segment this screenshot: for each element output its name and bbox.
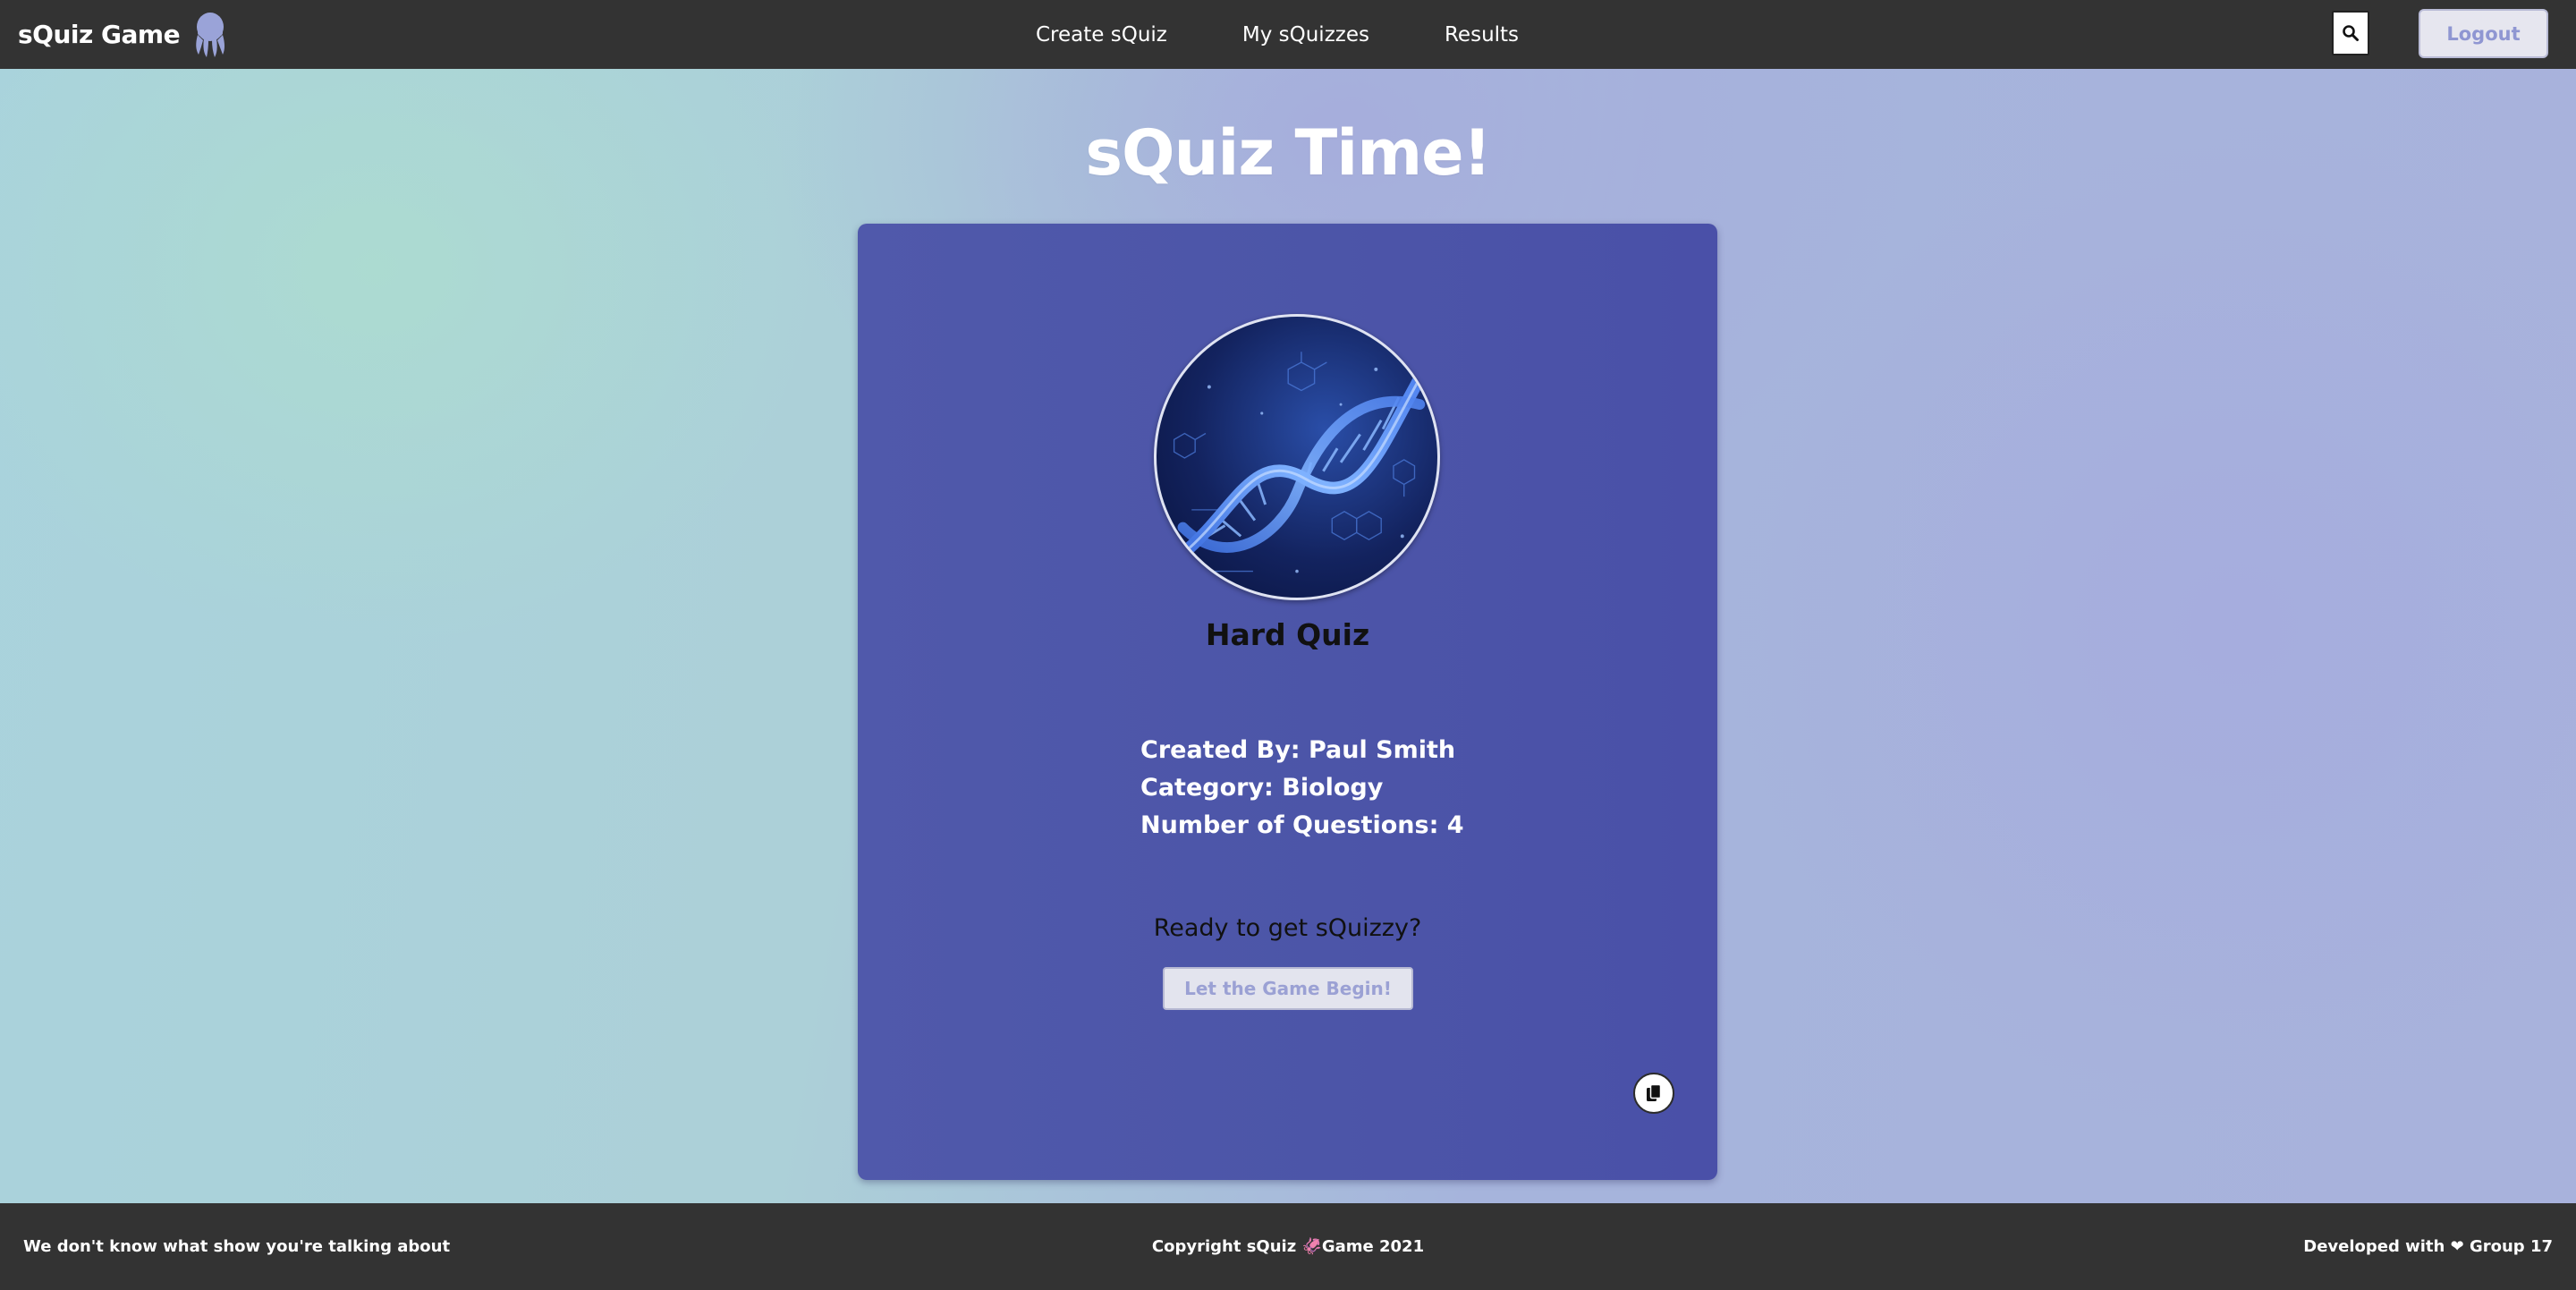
top-navbar: sQuiz Game Create sQuiz My sQuizzes Resu… [0,0,2576,69]
quiz-card: Hard Quiz Created By: Paul Smith Categor… [858,224,1717,1180]
search-button[interactable] [2332,11,2369,55]
quiz-details: Created By: Paul Smith Category: Biology… [1140,732,1464,844]
main-nav: Create sQuiz My sQuizzes Results [1036,0,1594,69]
nav-results[interactable]: Results [1445,23,1519,47]
nav-my-squizzes[interactable]: My sQuizzes [1242,23,1369,47]
copy-icon [1647,1083,1662,1101]
page-title: sQuiz Time! [1085,116,1491,190]
quiz-question-count: Number of Questions: 4 [1140,811,1464,839]
quiz-title: Hard Quiz [1205,617,1370,652]
quiz-author: Created By: Paul Smith [1140,736,1456,764]
footer-credits: Developed with ❤ Group 17 [2303,1237,2553,1256]
dna-helix-image [1154,314,1440,600]
nav-create-squiz[interactable]: Create sQuiz [1036,23,1167,47]
logout-button[interactable]: Logout [2419,9,2548,58]
copy-button[interactable] [1633,1073,1674,1114]
squid-logo-icon [196,12,225,57]
brand[interactable]: sQuiz Game [18,0,230,69]
quiz-category: Category: Biology [1140,774,1384,802]
footer: We don't know what show you're talking a… [0,1203,2576,1290]
brand-name[interactable]: sQuiz Game [18,20,181,49]
search-icon [2343,25,2359,41]
footer-copyright: Copyright sQuiz 🦑Game 2021 [1151,1237,1425,1256]
ready-prompt: Ready to get sQuizzy? [1153,914,1422,942]
start-game-button[interactable]: Let the Game Begin! [1163,967,1413,1010]
